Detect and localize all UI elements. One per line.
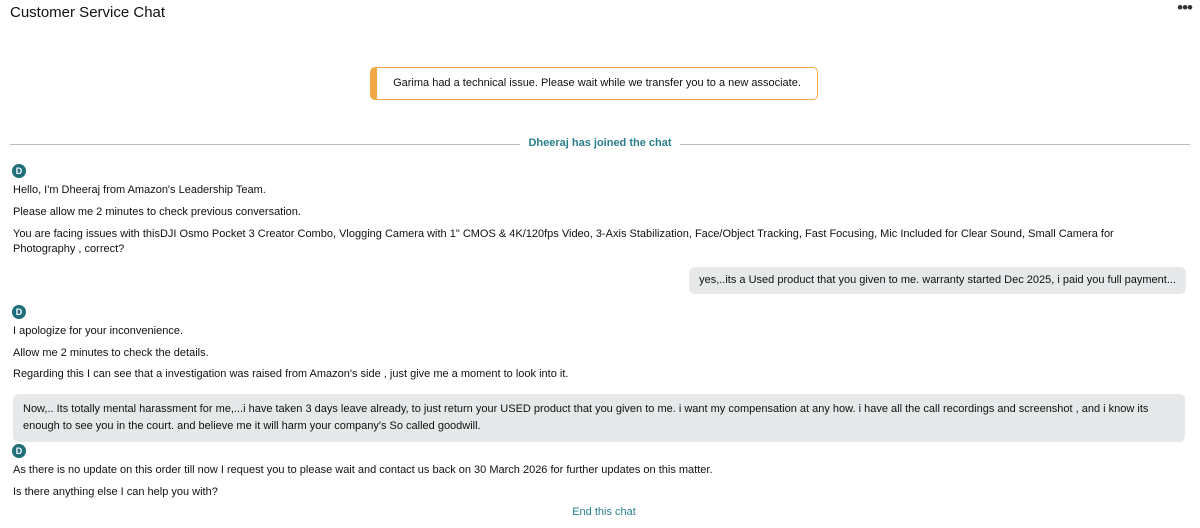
chat-header: Customer Service Chat •••	[0, 0, 1200, 28]
agent-message: I apologize for your inconvenience.	[13, 325, 183, 337]
agent-message: You are facing issues with thisDJI Osmo …	[13, 228, 1114, 255]
agent-avatar: D	[12, 164, 26, 178]
more-options-icon[interactable]: •••	[1177, 0, 1193, 18]
end-chat-link[interactable]: End this chat	[0, 506, 1200, 518]
transfer-notice: Garima had a technical issue. Please wai…	[370, 67, 818, 100]
agent-message: Hello, I'm Dheeraj from Amazon's Leaders…	[13, 184, 266, 196]
user-message-bubble: Now,.. Its totally mental harassment for…	[13, 394, 1185, 442]
agent-message: Is there anything else I can help you wi…	[13, 486, 218, 498]
agent-joined-label: Dheeraj has joined the chat	[0, 137, 1200, 149]
agent-avatar: D	[12, 444, 26, 458]
agent-message: Regarding this I can see that a investig…	[13, 368, 569, 380]
agent-joined-text: Dheeraj has joined the chat	[520, 137, 680, 149]
agent-message: As there is no update on this order till…	[13, 464, 713, 476]
user-message-bubble: yes,..its a Used product that you given …	[689, 267, 1186, 294]
agent-avatar: D	[12, 305, 26, 319]
chat-title: Customer Service Chat	[10, 4, 166, 21]
agent-message: Allow me 2 minutes to check the details.	[13, 347, 209, 359]
agent-message: Please allow me 2 minutes to check previ…	[13, 206, 301, 218]
